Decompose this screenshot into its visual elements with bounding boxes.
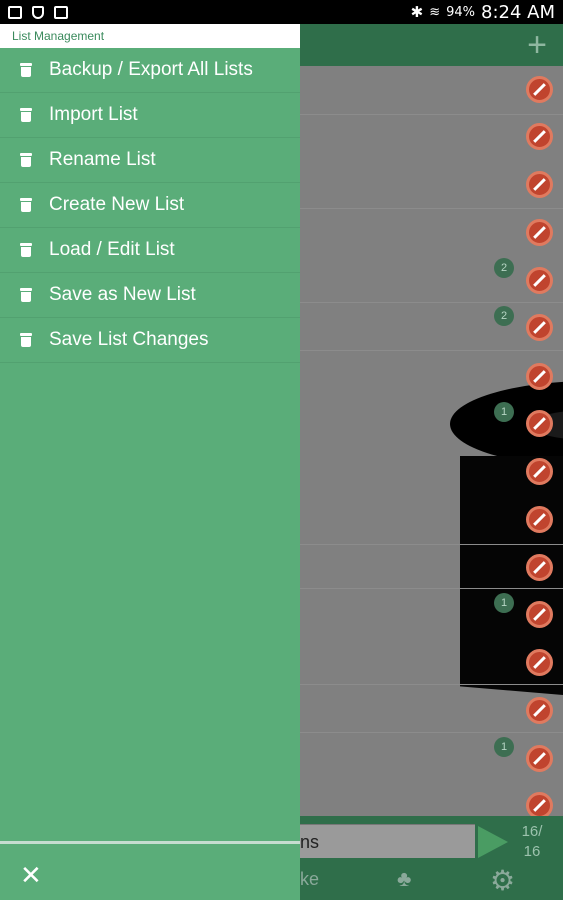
remove-icon[interactable] [526,745,553,772]
trash-icon [20,243,32,257]
menu-item-create-new-list[interactable]: Create New List [0,183,300,228]
remove-icon[interactable] [526,649,553,676]
counter-bottom: 16 [523,843,541,860]
tree-icon[interactable]: ♣ [397,866,411,892]
app-header: + [300,24,563,66]
item-counter: 16/ 16 [516,822,548,862]
menu-item-label: Load / Edit List [49,239,175,260]
remove-icon[interactable] [526,123,553,150]
menu-item-load-edit-list[interactable]: Load / Edit List [0,228,300,273]
remove-icon[interactable] [526,267,553,294]
trash-icon [20,198,32,212]
image-notification-icon [8,5,22,19]
counter-top: 16/ [521,823,543,840]
remove-icon[interactable] [526,314,553,341]
bluetooth-icon: ✱ [410,3,424,21]
trash-icon [20,153,32,167]
background-list: 2 2 1 1 1 [300,66,563,816]
drawer-divider [0,841,300,844]
menu-item-import-list[interactable]: Import List [0,93,300,138]
remove-icon[interactable] [526,506,553,533]
count-badge: 2 [494,306,514,326]
bottom-tab-label[interactable]: ke [300,869,319,890]
clock: 8:24 AM [481,1,555,23]
remove-icon[interactable] [526,76,553,103]
row-divider [300,114,563,115]
row-divider [300,732,563,733]
count-badge: 1 [494,737,514,757]
row-divider [300,302,563,303]
remove-icon[interactable] [526,697,553,724]
play-icon[interactable] [478,826,508,858]
trash-icon [20,108,32,122]
menu-item-save-as-new-list[interactable]: Save as New List [0,273,300,318]
wifi-icon: ≋ [429,4,441,20]
trash-icon [20,333,32,347]
search-input[interactable]: ns [300,824,475,858]
row-divider [300,588,563,589]
trash-icon [20,288,32,302]
close-icon[interactable]: ✕ [20,862,42,888]
remove-icon[interactable] [526,601,553,628]
plus-icon[interactable]: + [527,28,547,62]
count-badge: 1 [494,402,514,422]
menu-item-label: Import List [49,104,138,125]
remove-icon[interactable] [526,554,553,581]
shield-notification-icon [32,5,44,19]
menu-item-label: Rename List [49,149,156,170]
menu-item-backup-export[interactable]: Backup / Export All Lists [0,48,300,93]
menu-item-save-list-changes[interactable]: Save List Changes [0,318,300,363]
menu-item-label: Backup / Export All Lists [49,59,253,80]
status-bar: ✱ ≋ 94% 8:24 AM [0,0,563,24]
menu-item-label: Save as New List [49,284,196,305]
menu-item-label: Save List Changes [49,329,209,350]
battery-text: 94% [446,4,475,20]
count-badge: 2 [494,258,514,278]
search-text: ns [300,832,320,852]
navigation-drawer: List Management Backup / Export All List… [0,24,300,900]
trash-icon [20,63,32,77]
menu-item-label: Create New List [49,194,185,215]
photo-notification-icon [54,5,68,19]
remove-icon[interactable] [526,219,553,246]
remove-icon[interactable] [526,410,553,437]
bottom-bar: ns 16/ 16 ke ♣ ⚙ [300,816,563,900]
row-divider [300,350,563,351]
count-badge: 1 [494,593,514,613]
row-divider [300,544,563,545]
row-divider [300,208,563,209]
remove-icon[interactable] [526,458,553,485]
drawer-title: List Management [0,24,300,48]
remove-icon[interactable] [526,792,553,816]
gear-icon[interactable]: ⚙ [490,864,515,897]
row-divider [300,684,563,685]
remove-icon[interactable] [526,171,553,198]
remove-icon[interactable] [526,363,553,390]
menu-item-rename-list[interactable]: Rename List [0,138,300,183]
